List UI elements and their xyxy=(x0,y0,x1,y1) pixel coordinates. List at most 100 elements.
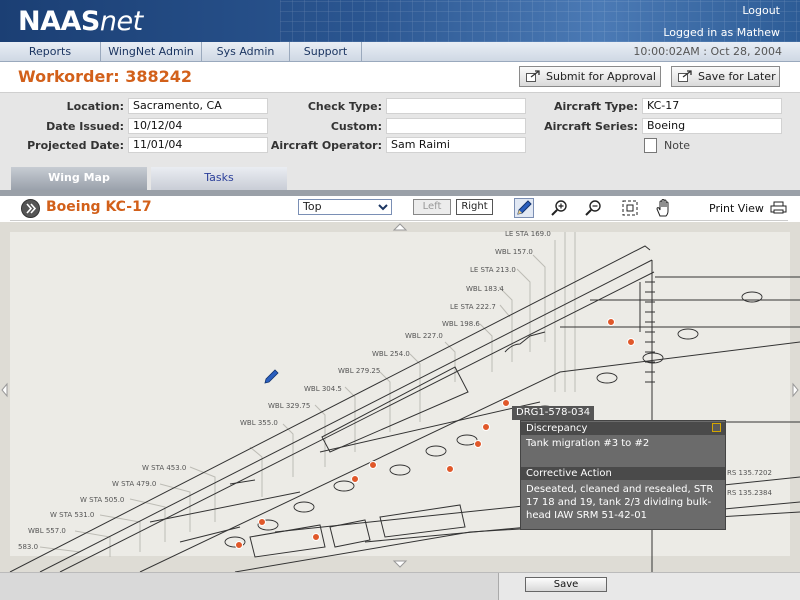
right-wing-button[interactable]: Right xyxy=(456,199,493,215)
note-button[interactable]: Note xyxy=(644,138,691,153)
fit-to-screen-icon xyxy=(622,200,638,216)
logo-main: NAAS xyxy=(18,6,100,37)
aircraft-operator-label: Aircraft Operator: xyxy=(270,139,382,152)
submit-icon xyxy=(526,70,540,82)
corrective-action-label: Corrective Action xyxy=(526,468,612,479)
current-datetime: 10:00:02AM : Oct 28, 2004 xyxy=(633,45,782,58)
app-logo: NAASnet xyxy=(18,6,143,37)
label-wsta-505: W STA 505.0 xyxy=(80,496,124,504)
label-wbl-227: WBL 227.0 xyxy=(405,332,443,340)
logout-link[interactable]: Logout xyxy=(742,4,780,17)
zoom-out-button[interactable] xyxy=(584,198,604,218)
projected-date-field[interactable]: 11/01/04 xyxy=(128,137,268,153)
label-wsta-479: W STA 479.0 xyxy=(112,480,156,488)
save-for-later-button[interactable]: Save for Later xyxy=(671,66,780,87)
main-nav: Reports WingNet Admin Sys Admin Support … xyxy=(0,42,800,62)
discrepancy-popup: Discrepancy Tank migration #3 to #2 Corr… xyxy=(520,420,726,530)
custom-field[interactable] xyxy=(386,118,526,134)
label-wbl-304: WBL 304.5 xyxy=(304,385,342,393)
workorder-title: Workorder: 388242 xyxy=(18,67,193,86)
nav-item-reports[interactable]: Reports xyxy=(0,42,101,62)
label-le-222: LE STA 222.7 xyxy=(450,303,496,311)
location-label: Location: xyxy=(66,100,124,113)
check-type-label: Check Type: xyxy=(307,100,382,113)
note-label: Note xyxy=(664,139,691,152)
aircraft-name: Boeing KC-17 xyxy=(46,199,152,215)
submit-for-approval-button[interactable]: Submit for Approval xyxy=(519,66,661,87)
label-wbl-557: WBL 557.0 xyxy=(28,527,66,535)
nav-item-sys-admin[interactable]: Sys Admin xyxy=(202,42,290,62)
printer-icon xyxy=(770,201,787,214)
view-select-value: Top xyxy=(303,200,322,213)
left-wing-button[interactable]: Left xyxy=(413,199,451,215)
print-view-label: Print View xyxy=(709,202,764,215)
label-583: 583.0 xyxy=(18,543,38,551)
label-rs-2384: RS 135.2384 xyxy=(727,489,772,497)
location-field[interactable]: Sacramento, CA xyxy=(128,98,268,114)
label-le-169: LE STA 169.0 xyxy=(505,230,551,238)
hand-pan-icon xyxy=(656,198,669,217)
chevron-down-icon xyxy=(378,204,388,211)
custom-label: Custom: xyxy=(330,120,382,133)
print-view-button[interactable]: Print View xyxy=(709,201,787,215)
zoom-in-icon xyxy=(551,200,567,216)
zoom-in-button[interactable] xyxy=(550,198,570,218)
pencil-tool-button[interactable] xyxy=(514,198,534,218)
logged-in-user: Logged in as Mathew xyxy=(663,26,780,39)
tab-underline xyxy=(0,190,800,196)
app-header: NAASnet Logout Logged in as Mathew xyxy=(0,0,800,42)
note-icon xyxy=(644,138,657,153)
aircraft-type-label: Aircraft Type: xyxy=(553,100,638,113)
pencil-icon xyxy=(517,200,532,215)
map-left-strip xyxy=(0,222,10,572)
pan-tool-button[interactable] xyxy=(654,198,674,218)
discrepancy-text: Tank migration #3 to #2 xyxy=(526,438,650,449)
aircraft-series-field[interactable]: Boeing xyxy=(642,118,782,134)
label-wsta-453: W STA 453.0 xyxy=(142,464,186,472)
tab-wing-map[interactable]: Wing Map xyxy=(11,167,147,190)
map-right-strip xyxy=(790,222,800,572)
map-toolbar: Boeing KC-17 Top Left Right Print View xyxy=(10,197,788,221)
projected-date-label: Projected Date: xyxy=(27,139,124,152)
nav-item-wingnet-admin[interactable]: WingNet Admin xyxy=(101,42,202,62)
label-wsta-531: W STA 531.0 xyxy=(50,511,94,519)
corrective-action-text: Deseated, cleaned and resealed, STR 17 1… xyxy=(526,483,722,522)
corrective-line-3: head IAW SRM 51-42-01 xyxy=(526,510,647,521)
label-le-213: LE STA 213.0 xyxy=(470,266,516,274)
check-type-field[interactable] xyxy=(386,98,526,114)
minimize-icon[interactable] xyxy=(712,423,721,432)
label-wbl-355: WBL 355.0 xyxy=(240,419,278,427)
corrective-line-1: Deseated, cleaned and resealed, STR xyxy=(526,484,714,495)
bottom-bar xyxy=(0,572,800,600)
zoom-out-icon xyxy=(585,200,601,216)
logo-suffix: net xyxy=(99,6,143,37)
save-later-icon xyxy=(678,70,692,82)
date-issued-label: Date Issued: xyxy=(46,120,124,133)
label-wbl-157: WBL 157.0 xyxy=(495,248,533,256)
discrepancy-label: Discrepancy xyxy=(526,423,588,434)
label-wbl-329: WBL 329.75 xyxy=(268,402,310,410)
drg-tag[interactable]: DRG1-578-034 xyxy=(512,406,595,420)
label-wbl-279: WBL 279.25 xyxy=(338,367,380,375)
label-wbl-183: WBL 183.4 xyxy=(466,285,504,293)
chevron-right-icon xyxy=(26,203,37,214)
date-issued-field[interactable]: 10/12/04 xyxy=(128,118,268,134)
aircraft-type-field[interactable]: KC-17 xyxy=(642,98,782,114)
bottom-divider xyxy=(498,573,499,600)
submit-for-approval-label: Submit for Approval xyxy=(546,70,656,83)
aircraft-operator-field[interactable]: Sam Raimi xyxy=(386,137,526,153)
view-select[interactable]: Top xyxy=(298,199,392,215)
discrepancy-header: Discrepancy xyxy=(521,422,725,435)
corrective-line-2: 17 18 and 19, tank 2/3 dividing bulk- xyxy=(526,497,712,508)
label-wbl-198: WBL 198.6 xyxy=(442,320,480,328)
fit-view-button[interactable] xyxy=(620,198,640,218)
corrective-action-header: Corrective Action xyxy=(521,467,725,480)
label-rs-7202: RS 135.7202 xyxy=(727,469,772,477)
save-for-later-label: Save for Later xyxy=(698,70,776,83)
tab-tasks[interactable]: Tasks xyxy=(151,167,287,190)
aircraft-series-label: Aircraft Series: xyxy=(544,120,638,133)
save-button[interactable]: Save xyxy=(525,577,607,592)
expand-arrow-button[interactable] xyxy=(21,199,40,218)
label-wbl-254: WBL 254.0 xyxy=(372,350,410,358)
nav-item-support[interactable]: Support xyxy=(290,42,362,62)
